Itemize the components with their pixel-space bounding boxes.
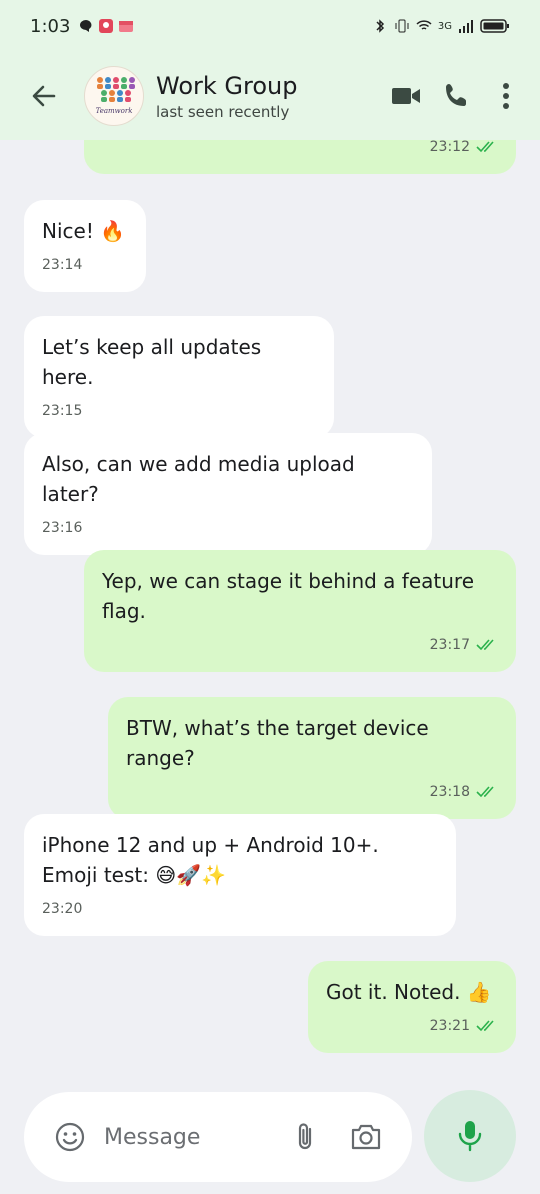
app-notification-icon bbox=[119, 21, 134, 32]
phone-icon bbox=[446, 84, 466, 106]
message-bubble-outgoing[interactable]: BTW, what’s the target device range? 23:… bbox=[108, 697, 516, 819]
message-list[interactable]: 23:12 Nice! 🔥 23:14 Let’s keep all updat… bbox=[0, 140, 540, 1078]
message-bubble-outgoing[interactable]: Got it. Noted. 👍 23:21 bbox=[308, 961, 516, 1053]
vibrate-icon bbox=[395, 19, 409, 33]
wifi-icon bbox=[416, 20, 432, 30]
message-bubble-incoming[interactable]: Also, can we add media upload later? 23:… bbox=[24, 433, 432, 555]
video-camera-icon bbox=[392, 88, 420, 104]
battery-icon bbox=[480, 19, 509, 33]
message-time: 23:21 bbox=[429, 1018, 470, 1034]
message-time: 23:16 bbox=[42, 520, 83, 536]
status-time: 1:03 bbox=[30, 15, 71, 37]
chat-header: Teamwork Work Group last seen recently bbox=[0, 52, 540, 140]
chat-title-block[interactable]: Work Group last seen recently bbox=[156, 71, 297, 121]
message-time: 23:12 bbox=[429, 140, 470, 155]
message-composer[interactable]: Message bbox=[24, 1092, 412, 1182]
avatar-text: Teamwork bbox=[96, 107, 133, 115]
message-text: Nice! 🔥 bbox=[42, 219, 126, 243]
double-check-icon bbox=[476, 639, 494, 651]
message-bubble-outgoing[interactable]: Yep, we can stage it behind a feature fl… bbox=[84, 550, 516, 672]
arrow-left-icon bbox=[32, 85, 56, 107]
back-button[interactable] bbox=[24, 76, 64, 116]
chat-notification-icon bbox=[80, 20, 92, 32]
paperclip-icon[interactable] bbox=[294, 1121, 316, 1153]
chat-title: Work Group bbox=[156, 72, 298, 100]
group-avatar[interactable]: Teamwork bbox=[84, 66, 144, 126]
message-text: Yep, we can stage it behind a feature fl… bbox=[102, 569, 474, 623]
message-text: Got it. Noted. 👍 bbox=[326, 980, 492, 1004]
message-bubble-incoming[interactable]: Let’s keep all updates here. 23:15 bbox=[24, 316, 334, 438]
voice-call-button[interactable] bbox=[440, 80, 472, 112]
teamwork-logo: Teamwork bbox=[96, 77, 135, 115]
double-check-icon bbox=[476, 141, 494, 153]
video-call-button[interactable] bbox=[390, 80, 422, 112]
signal-icon bbox=[459, 20, 473, 33]
bluetooth-icon bbox=[376, 19, 384, 33]
microphone-icon bbox=[458, 1121, 482, 1152]
message-time: 23:20 bbox=[42, 901, 83, 917]
network-type: 3G bbox=[437, 20, 452, 32]
more-vertical-icon bbox=[503, 83, 509, 109]
voice-record-button[interactable] bbox=[424, 1090, 516, 1182]
location-notification-icon bbox=[99, 19, 114, 33]
message-text: iPhone 12 and up + Android 10+. Emoji te… bbox=[42, 833, 379, 887]
double-check-icon bbox=[476, 1020, 494, 1032]
message-time: 23:15 bbox=[42, 403, 83, 419]
message-text: Also, can we add media upload later? bbox=[42, 452, 355, 506]
camera-icon[interactable] bbox=[350, 1123, 382, 1151]
message-bubble-incoming[interactable]: Nice! 🔥 23:14 bbox=[24, 200, 146, 292]
message-text: BTW, what’s the target device range? bbox=[126, 716, 429, 770]
message-input[interactable]: Message bbox=[104, 1125, 200, 1150]
message-bubble-outgoing[interactable]: 23:12 bbox=[84, 140, 516, 174]
message-bubble-incoming[interactable]: iPhone 12 and up + Android 10+. Emoji te… bbox=[24, 814, 456, 936]
message-time: 23:17 bbox=[429, 637, 470, 653]
double-check-icon bbox=[476, 786, 494, 798]
message-text: Let’s keep all updates here. bbox=[42, 335, 262, 389]
emoji-icon[interactable] bbox=[54, 1121, 86, 1153]
message-time: 23:14 bbox=[42, 257, 83, 273]
chat-subtitle: last seen recently bbox=[156, 103, 290, 121]
more-options-button[interactable] bbox=[490, 80, 522, 112]
status-bar: 1:03 3G bbox=[0, 0, 540, 52]
message-time: 23:18 bbox=[429, 784, 470, 800]
